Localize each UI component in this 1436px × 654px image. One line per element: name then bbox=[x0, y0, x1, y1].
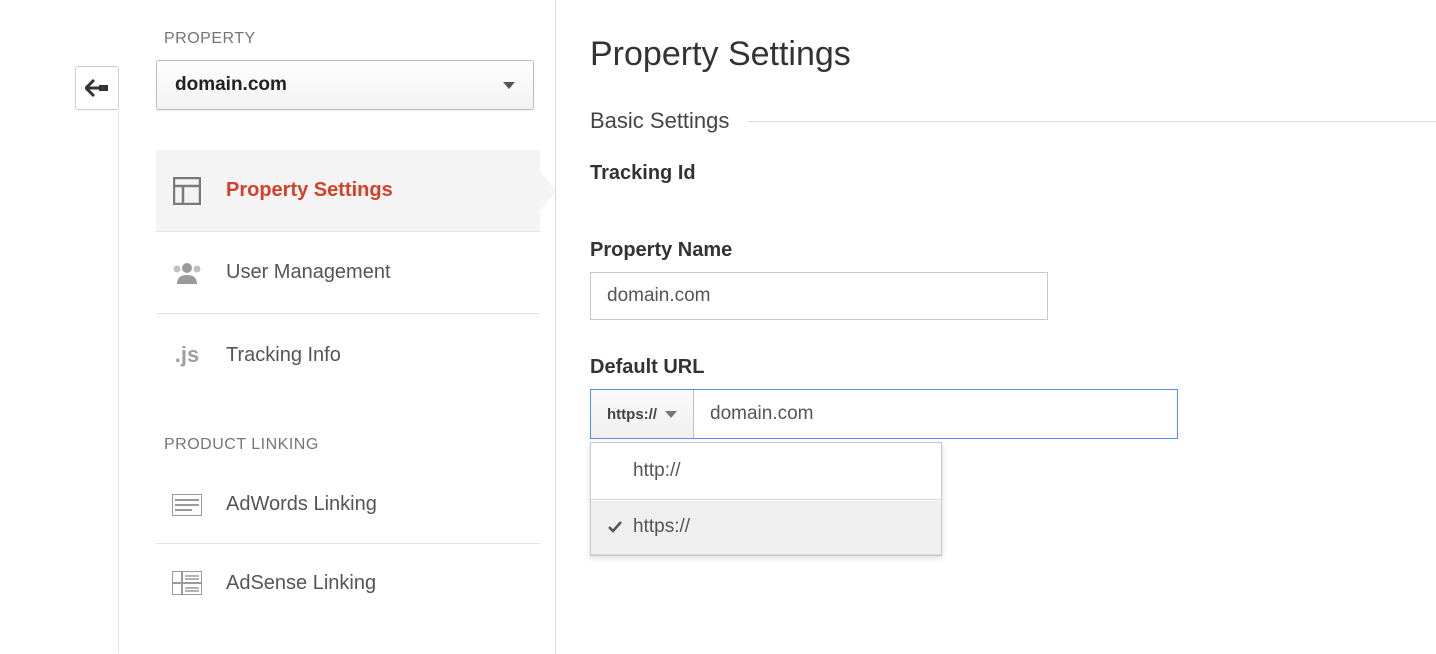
section-label-product-linking: PRODUCT LINKING bbox=[164, 436, 540, 454]
main-content: Property Settings Basic Settings Trackin… bbox=[590, 35, 1436, 556]
option-label: https:// bbox=[633, 516, 690, 538]
layout-icon bbox=[170, 177, 204, 205]
side-line bbox=[118, 111, 119, 651]
back-button[interactable] bbox=[75, 66, 119, 110]
nav: Property Settings User Management .js Tr… bbox=[156, 150, 540, 396]
js-icon: .js bbox=[170, 342, 204, 368]
nav-item-adsense-linking[interactable]: AdSense Linking bbox=[156, 544, 540, 622]
users-icon bbox=[170, 262, 204, 284]
nav-item-adwords-linking[interactable]: AdWords Linking bbox=[156, 466, 540, 544]
adsense-icon bbox=[170, 571, 204, 595]
nav-label: AdWords Linking bbox=[226, 493, 377, 516]
nav-label: Property Settings bbox=[226, 179, 393, 202]
chevron-down-icon bbox=[503, 82, 515, 89]
nav-linking: AdWords Linking AdSense Linking bbox=[156, 466, 540, 622]
vertical-divider bbox=[555, 0, 556, 654]
adwords-icon bbox=[170, 494, 204, 516]
property-dropdown-value: domain.com bbox=[175, 74, 287, 96]
nav-item-property-settings[interactable]: Property Settings bbox=[156, 150, 540, 232]
default-url-row: https:// bbox=[590, 389, 1178, 439]
property-name-input[interactable] bbox=[590, 272, 1048, 320]
nav-item-user-management[interactable]: User Management bbox=[156, 232, 540, 314]
default-url-scheme-dropdown[interactable]: https:// bbox=[591, 390, 694, 438]
nav-label: Tracking Info bbox=[226, 344, 341, 367]
tracking-id-label: Tracking Id bbox=[590, 162, 1436, 185]
default-url-input[interactable] bbox=[694, 390, 1177, 438]
section-line bbox=[747, 121, 1436, 122]
option-label: http:// bbox=[633, 460, 681, 482]
nav-label: User Management bbox=[226, 261, 391, 284]
scheme-text: https:// bbox=[607, 406, 657, 423]
scheme-option-https[interactable]: https:// bbox=[591, 499, 941, 555]
property-dropdown[interactable]: domain.com bbox=[156, 60, 534, 110]
page-title: Property Settings bbox=[590, 35, 1436, 74]
section-title: Basic Settings bbox=[590, 108, 729, 134]
chevron-down-icon bbox=[665, 411, 677, 418]
property-name-label: Property Name bbox=[590, 239, 1436, 262]
section-label-property: PROPERTY bbox=[164, 30, 540, 48]
scheme-option-http[interactable]: http:// bbox=[591, 443, 941, 499]
default-url-label: Default URL bbox=[590, 356, 1436, 379]
nav-label: AdSense Linking bbox=[226, 572, 376, 595]
scheme-options-dropdown: http:// https:// bbox=[590, 442, 942, 556]
check-icon bbox=[605, 519, 625, 535]
back-arrow-icon bbox=[85, 79, 109, 97]
section-header-basic: Basic Settings bbox=[590, 108, 1436, 134]
nav-item-tracking-info[interactable]: .js Tracking Info bbox=[156, 314, 540, 396]
sidebar: PROPERTY domain.com Property Settings bbox=[156, 24, 540, 622]
